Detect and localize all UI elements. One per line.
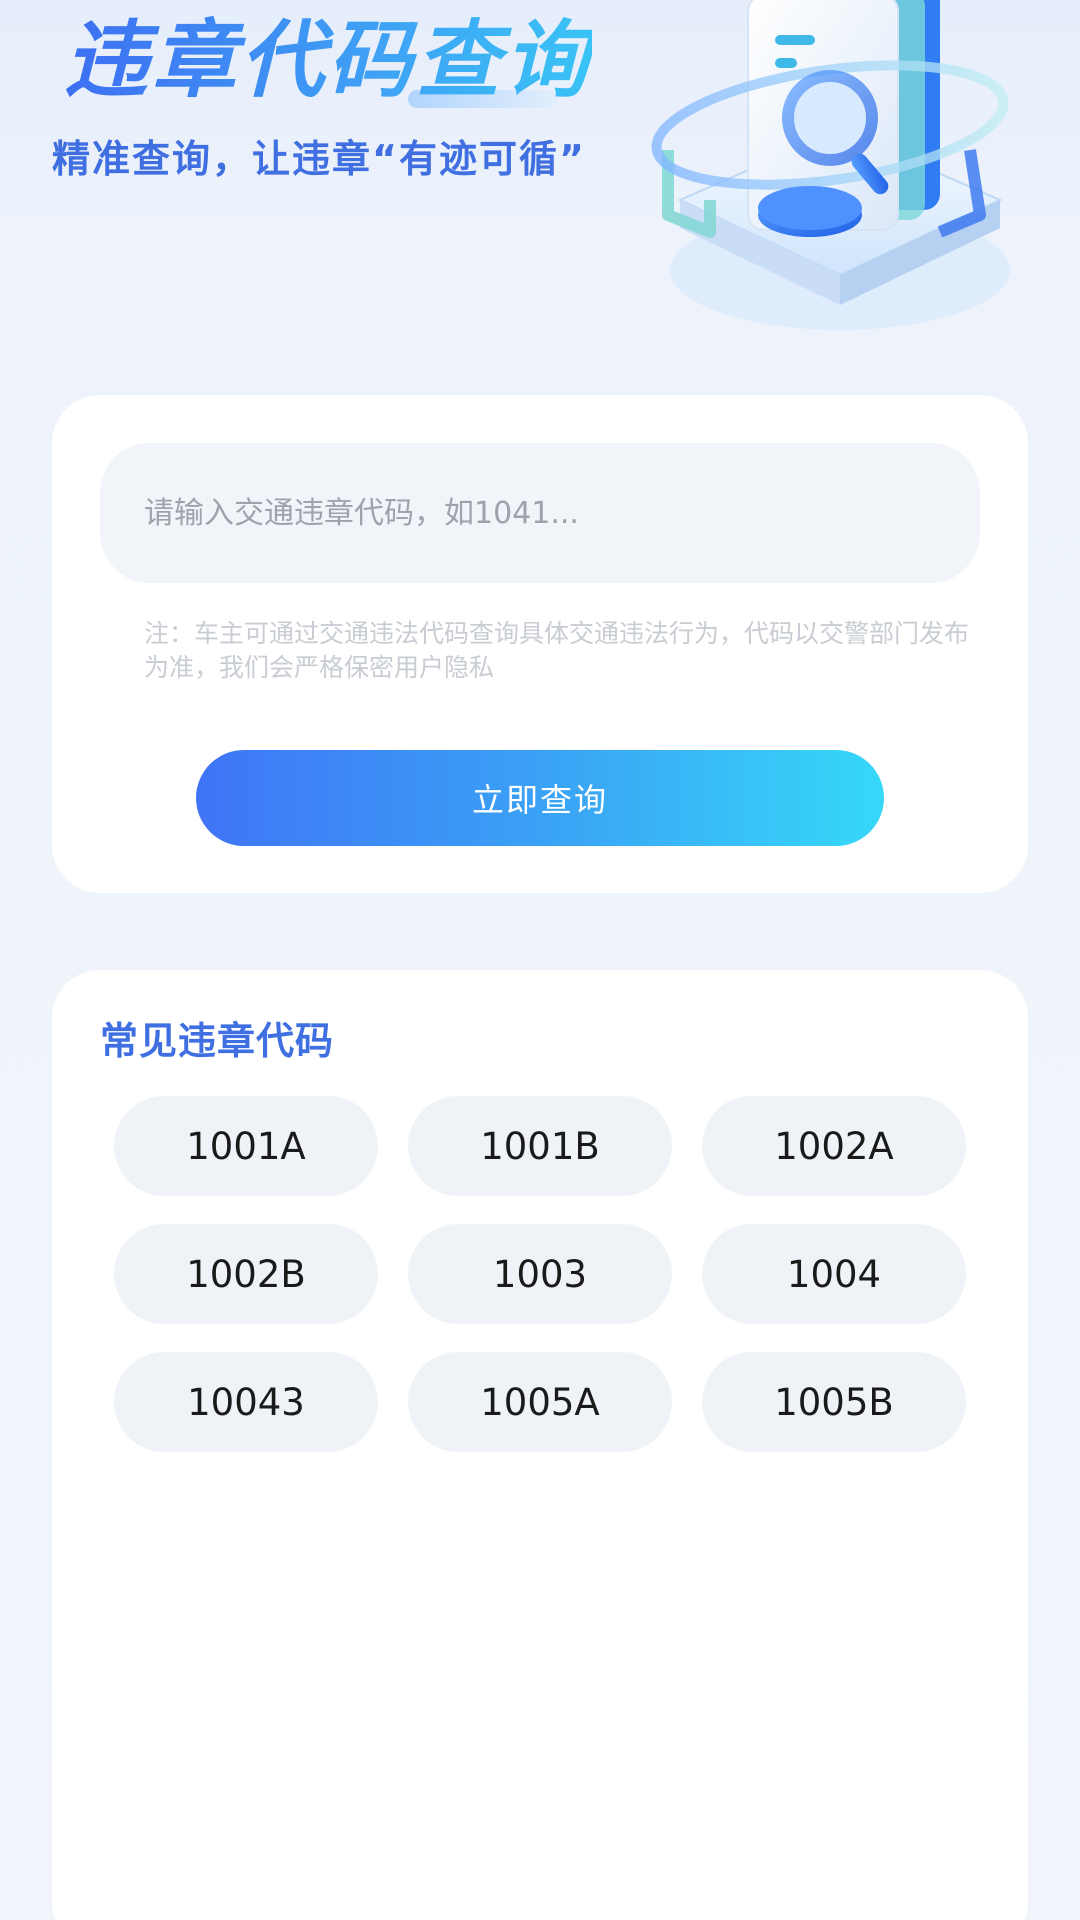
query-button[interactable]: 立即查询 — [196, 750, 884, 846]
header: 违章代码查询 精准查询，让违章“有迹可循” — [0, 0, 1080, 380]
code-chip[interactable]: 1001A — [114, 1096, 378, 1196]
privacy-note: 注：车主可通过交通违法代码查询具体交通违法行为，代码以交警部门发布为准，我们会严… — [144, 619, 970, 682]
code-chip[interactable]: 1004 — [702, 1224, 966, 1324]
code-chip[interactable]: 1002B — [114, 1224, 378, 1324]
code-chip[interactable]: 1003 — [408, 1224, 672, 1324]
code-chip[interactable]: 1002A — [702, 1096, 966, 1196]
code-chip[interactable]: 1005A — [408, 1352, 672, 1452]
code-chip[interactable]: 1005B — [702, 1352, 966, 1452]
document-search-illustration-icon — [651, 0, 1010, 330]
page-title: 违章代码查询 — [64, 11, 593, 109]
violation-code-input[interactable] — [100, 443, 980, 583]
common-codes-card: 常见违章代码 1001A 1001B 1002A 1002B 1003 1004… — [52, 970, 1028, 1920]
code-chip[interactable]: 1001B — [408, 1096, 672, 1196]
search-card: 注：车主可通过交通违法代码查询具体交通违法行为，代码以交警部门发布为准，我们会严… — [52, 395, 1028, 893]
code-chip-grid: 1001A 1001B 1002A 1002B 1003 1004 10043 … — [114, 1096, 966, 1452]
code-chip[interactable]: 10043 — [114, 1352, 378, 1452]
page-subtitle: 精准查询，让违章“有迹可循” — [52, 137, 586, 181]
section-title: 常见违章代码 — [100, 1019, 335, 1063]
